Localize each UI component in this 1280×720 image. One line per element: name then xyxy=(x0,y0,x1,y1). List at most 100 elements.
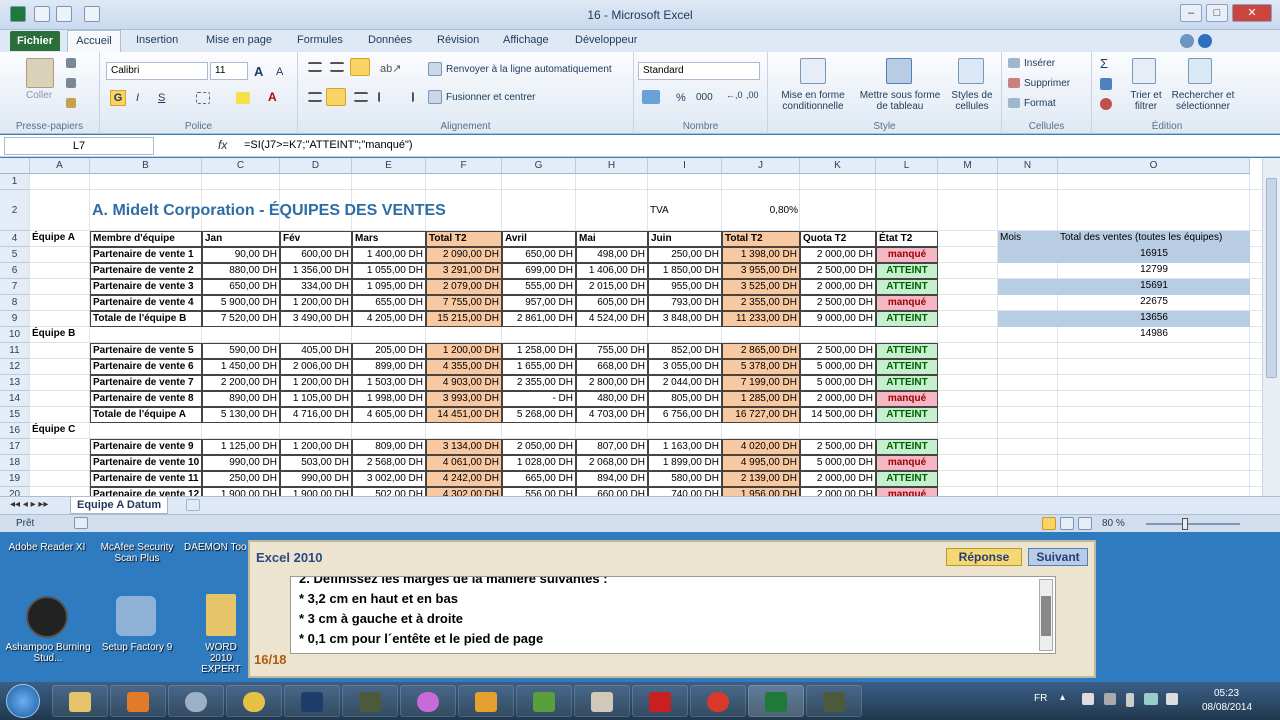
quiz-scroll-thumb[interactable] xyxy=(1041,596,1051,636)
tva-label[interactable]: TVA xyxy=(648,190,722,231)
macro-record-icon[interactable] xyxy=(74,517,88,529)
data-cell[interactable]: 502,00 DH xyxy=(352,487,426,496)
data-cell[interactable]: Partenaire de vente 6 xyxy=(90,359,202,375)
desktop-icon-mcafee[interactable]: McAfee Security Scan Plus xyxy=(92,542,182,564)
status-cell[interactable]: ATTEINT xyxy=(876,439,938,455)
status-cell[interactable]: manqué xyxy=(876,295,938,311)
taskbar-picasa[interactable] xyxy=(400,685,456,717)
tray-battery-icon[interactable] xyxy=(1126,693,1134,707)
data-cell[interactable]: 7 199,00 DH xyxy=(722,375,800,391)
side-total-cell[interactable]: 22675 xyxy=(1058,295,1250,311)
row-header[interactable]: 15 xyxy=(0,407,30,423)
column-label[interactable]: Quota T2 xyxy=(800,231,876,247)
data-cell[interactable]: 668,00 DH xyxy=(576,359,648,375)
data-cell[interactable]: 1 900,00 DH xyxy=(202,487,280,496)
underline-button[interactable]: S xyxy=(158,92,165,104)
align-center-icon[interactable] xyxy=(326,88,346,106)
data-cell[interactable]: 2 079,00 DH xyxy=(426,279,502,295)
align-top-icon[interactable] xyxy=(308,62,322,72)
status-cell[interactable]: manqué xyxy=(876,391,938,407)
data-cell[interactable]: 1 356,00 DH xyxy=(280,263,352,279)
data-cell[interactable]: 1 200,00 DH xyxy=(280,295,352,311)
answer-button[interactable]: Réponse xyxy=(946,548,1022,566)
data-cell[interactable]: 4 703,00 DH xyxy=(576,407,648,423)
new-sheet-icon[interactable] xyxy=(186,499,200,511)
data-cell[interactable]: 5 000,00 DH xyxy=(800,455,876,471)
row-header[interactable]: 11 xyxy=(0,343,30,359)
tray-volume-icon[interactable] xyxy=(1166,693,1178,705)
data-cell[interactable]: 3 490,00 DH xyxy=(280,311,352,327)
side-total-cell[interactable]: 15691 xyxy=(1058,279,1250,295)
find-select-icon[interactable] xyxy=(1188,58,1212,84)
desktop-icon-ashampoo[interactable]: Ashampoo Burning Stud... xyxy=(4,642,92,664)
status-cell[interactable]: ATTEINT xyxy=(876,311,938,327)
data-cell[interactable]: 1 998,00 DH xyxy=(352,391,426,407)
data-cell[interactable]: 894,00 DH xyxy=(576,471,648,487)
data-cell[interactable]: Partenaire de vente 9 xyxy=(90,439,202,455)
data-cell[interactable]: 1 125,00 DH xyxy=(202,439,280,455)
data-cell[interactable]: 655,00 DH xyxy=(352,295,426,311)
paste-icon[interactable] xyxy=(26,58,54,88)
sheet-nav-icon[interactable]: ◂◂ ◂ ▸ ▸▸ xyxy=(10,499,48,510)
tva-value[interactable]: 0,80% xyxy=(722,190,800,231)
row-header[interactable]: 8 xyxy=(0,295,30,311)
currency-icon[interactable] xyxy=(642,90,660,104)
data-cell[interactable]: 2 800,00 DH xyxy=(576,375,648,391)
font-name-select[interactable]: Calibri xyxy=(106,62,208,80)
column-header[interactable]: M xyxy=(938,158,998,174)
column-label[interactable]: Fév xyxy=(280,231,352,247)
column-header[interactable]: F xyxy=(426,158,502,174)
data-cell[interactable]: Partenaire de vente 12 xyxy=(90,487,202,496)
data-cell[interactable]: 3 291,00 DH xyxy=(426,263,502,279)
data-cell[interactable]: 1 200,00 DH xyxy=(280,439,352,455)
data-cell[interactable]: 650,00 DH xyxy=(502,247,576,263)
formula-input[interactable]: =SI(J7>=K7;"ATTEINT";"manqué") xyxy=(244,139,413,151)
status-cell[interactable]: ATTEINT xyxy=(876,471,938,487)
next-button[interactable]: Suivant xyxy=(1028,548,1088,566)
column-label[interactable]: Total T2 xyxy=(722,231,800,247)
increase-indent-icon[interactable] xyxy=(400,92,414,102)
column-label[interactable]: Avril xyxy=(502,231,576,247)
data-cell[interactable]: 1 406,00 DH xyxy=(576,263,648,279)
data-cell[interactable]: 1 200,00 DH xyxy=(280,375,352,391)
column-header[interactable]: I xyxy=(648,158,722,174)
data-cell[interactable]: 2 050,00 DH xyxy=(502,439,576,455)
data-cell[interactable]: 205,00 DH xyxy=(352,343,426,359)
taskbar-chrome[interactable] xyxy=(226,685,282,717)
data-cell[interactable]: 2 500,00 DH xyxy=(800,439,876,455)
clear-icon[interactable] xyxy=(1100,98,1112,110)
data-cell[interactable]: 4 242,00 DH xyxy=(426,471,502,487)
data-cell[interactable]: Totale de l'équipe A xyxy=(90,407,202,423)
taskbar-acrobat[interactable] xyxy=(632,685,688,717)
autosum-icon[interactable]: Σ xyxy=(1100,56,1108,71)
data-cell[interactable]: 2 000,00 DH xyxy=(800,471,876,487)
status-cell[interactable]: ATTEINT xyxy=(876,343,938,359)
data-cell[interactable]: Totale de l'équipe B xyxy=(90,311,202,327)
desktop-icon-setup-factory[interactable]: Setup Factory 9 xyxy=(94,642,180,653)
data-cell[interactable]: 2 000,00 DH xyxy=(800,279,876,295)
sort-filter-button[interactable]: Trier et filtrer xyxy=(1124,90,1168,112)
column-header[interactable]: L xyxy=(876,158,938,174)
data-cell[interactable]: 740,00 DH xyxy=(648,487,722,496)
data-cell[interactable]: 665,00 DH xyxy=(502,471,576,487)
data-cell[interactable]: 4 020,00 DH xyxy=(722,439,800,455)
status-cell[interactable]: ATTEINT xyxy=(876,359,938,375)
data-cell[interactable]: 699,00 DH xyxy=(502,263,576,279)
worksheet-grid[interactable]: ABCDEFGHIJKLMNO 1 2 4 5 6 7 8 9 10 11 12 13 14 15 16 17… xyxy=(0,158,1262,496)
data-cell[interactable]: 990,00 DH xyxy=(280,471,352,487)
data-cell[interactable]: 2 865,00 DH xyxy=(722,343,800,359)
data-cell[interactable]: 5 900,00 DH xyxy=(202,295,280,311)
minimize-button[interactable]: – xyxy=(1180,4,1202,22)
align-bottom-icon[interactable] xyxy=(350,58,370,76)
taskbar-app[interactable] xyxy=(342,685,398,717)
column-label[interactable]: Membre d'équipe xyxy=(90,231,202,247)
data-cell[interactable]: 2 015,00 DH xyxy=(576,279,648,295)
data-cell[interactable]: 2 044,00 DH xyxy=(648,375,722,391)
insert-function-icon[interactable]: fx xyxy=(218,138,227,152)
percent-button[interactable]: % xyxy=(676,92,686,104)
column-header[interactable]: A xyxy=(30,158,90,174)
status-cell[interactable]: ATTEINT xyxy=(876,263,938,279)
data-cell[interactable]: 600,00 DH xyxy=(280,247,352,263)
bold-button[interactable]: G xyxy=(110,90,126,106)
column-header[interactable]: B xyxy=(90,158,202,174)
